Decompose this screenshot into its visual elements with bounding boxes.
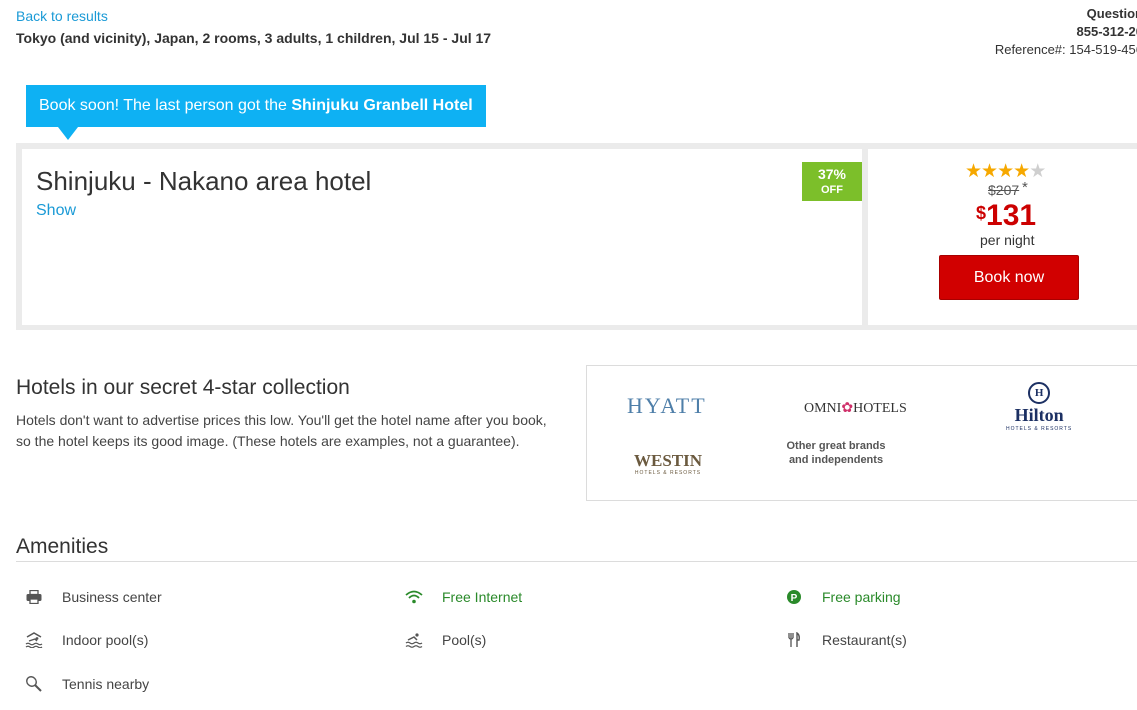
amenity-restaurant: Restaurant(s) xyxy=(784,631,907,649)
discount-off-label: OFF xyxy=(821,184,843,196)
per-night-label: per night xyxy=(980,232,1035,248)
price-asterisk: * xyxy=(1022,179,1028,196)
star-filled-icon: ★ xyxy=(997,161,1014,182)
current-price: $131 xyxy=(976,199,1036,233)
amenity-free-parking: P Free parking xyxy=(784,588,901,606)
amenity-label: Pool(s) xyxy=(442,632,487,648)
amenities-divider xyxy=(16,561,1137,562)
star-empty-icon: ★ xyxy=(1029,161,1046,182)
printer-icon xyxy=(24,588,44,606)
reference-number: Reference#: 154-519-456 xyxy=(994,42,1137,57)
back-to-results-link[interactable]: Back to results xyxy=(16,8,108,24)
indoor-pool-icon xyxy=(24,631,44,649)
westin-subtitle: HOTELS & RESORTS xyxy=(634,470,702,476)
star-filled-icon: ★ xyxy=(965,161,982,182)
star-rating: ★★★★★ xyxy=(965,160,1046,183)
amenities-title: Amenities xyxy=(16,535,109,558)
other-brands-note: Other great brands and independents xyxy=(776,439,896,467)
collection-title: Hotels in our secret 4-star collection xyxy=(16,376,350,399)
amenity-indoor-pool: Indoor pool(s) xyxy=(24,631,148,649)
banner-hotel-name: Shinjuku Granbell Hotel xyxy=(291,97,473,114)
svg-text:P: P xyxy=(791,593,798,604)
amenity-label: Tennis nearby xyxy=(62,676,150,692)
amenity-free-internet: Free Internet xyxy=(404,588,522,606)
star-filled-icon: ★ xyxy=(981,161,998,182)
omni-hotels-logo: OMNI✿HOTELS xyxy=(804,401,907,416)
discount-percent: 37% xyxy=(817,166,847,182)
westin-name: WESTIN xyxy=(634,451,703,470)
amenity-label: Free Internet xyxy=(442,589,523,605)
hilton-name: Hilton xyxy=(1014,405,1064,425)
collection-description: Hotels don't want to advertise prices th… xyxy=(16,412,547,449)
original-price: $207 xyxy=(988,182,1020,198)
hilton-logo: H Hilton HOTELS & RESORTS xyxy=(1006,382,1072,432)
tennis-icon xyxy=(24,675,44,693)
amenity-business-center: Business center xyxy=(24,588,162,606)
support-phone: 855-312-20 xyxy=(1076,24,1137,39)
price-amount: 131 xyxy=(986,199,1037,232)
amenity-label: Free parking xyxy=(822,589,901,605)
other-brands-line1: Other great brands xyxy=(786,440,886,452)
price-currency: $ xyxy=(976,203,987,223)
restaurant-icon xyxy=(784,631,804,649)
pool-icon xyxy=(404,631,424,649)
banner-text: Book soon! The last person got the xyxy=(39,97,292,114)
amenity-label: Indoor pool(s) xyxy=(62,632,149,648)
amenity-label: Restaurant(s) xyxy=(822,632,907,648)
westin-logo: WESTIN HOTELS & RESORTS xyxy=(634,451,702,476)
discount-badge: 37% OFF xyxy=(802,162,862,201)
show-details-link[interactable]: Show xyxy=(36,202,76,220)
questions-label: Question xyxy=(1086,6,1137,21)
hotel-title: Shinjuku - Nakano area hotel xyxy=(36,166,372,196)
book-soon-banner: Book soon! The last person got the Shinj… xyxy=(26,85,486,127)
amenity-label: Business center xyxy=(62,589,162,605)
amenity-pool: Pool(s) xyxy=(404,631,486,649)
amenity-tennis: Tennis nearby xyxy=(24,675,149,693)
search-summary: Tokyo (and vicinity), Japan, 2 rooms, 3 … xyxy=(16,30,492,46)
hyatt-logo: HYATT xyxy=(627,393,707,418)
other-brands-line2: and independents xyxy=(788,454,884,466)
wifi-icon xyxy=(404,588,424,606)
hilton-mark-icon: H xyxy=(1028,382,1051,404)
banner-pointer xyxy=(58,127,78,140)
hilton-subtitle: HOTELS & RESORTS xyxy=(1006,426,1073,432)
parking-icon: P xyxy=(784,588,804,606)
book-now-button[interactable]: Book now xyxy=(939,255,1079,300)
